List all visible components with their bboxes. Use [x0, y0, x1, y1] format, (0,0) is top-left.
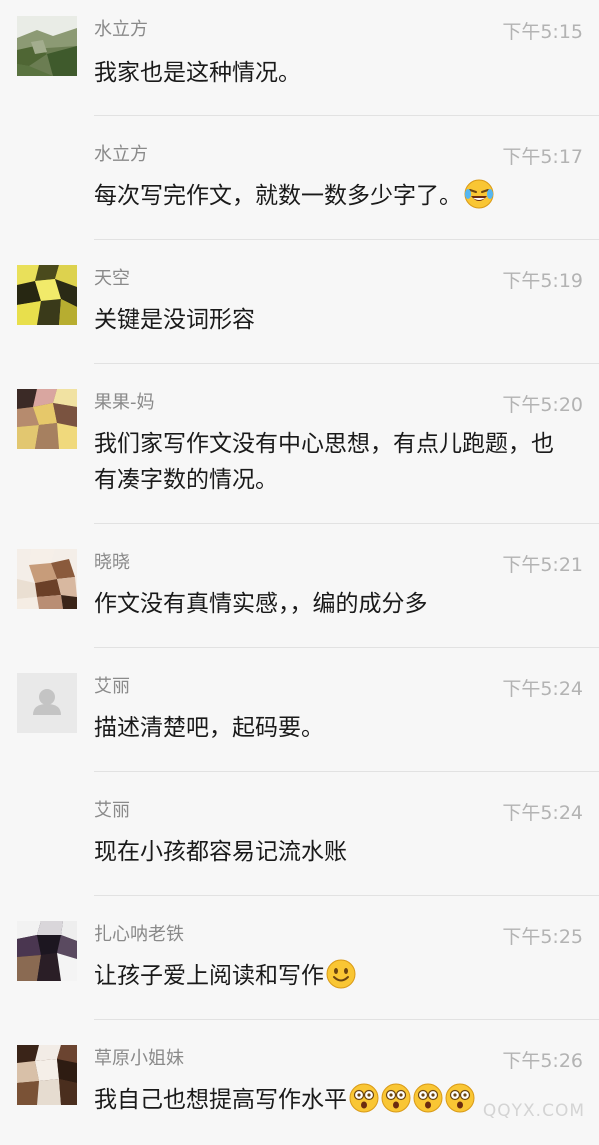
- astonished-emoji-icon: [349, 1083, 379, 1113]
- comment-text-content: 让孩子爱上阅读和写作: [94, 963, 324, 989]
- comment-time: 下午5:26: [502, 1050, 583, 1072]
- comment-text: 现在小孩都容易记流水账: [94, 834, 564, 870]
- comment-text-content: 现在小孩都容易记流水账: [94, 839, 347, 865]
- user-avatar[interactable]: [17, 16, 77, 76]
- user-avatar[interactable]: [17, 265, 77, 325]
- user-avatar[interactable]: [17, 1045, 77, 1105]
- comment-item: 艾丽 下午5:24 描述清楚吧，起码要。: [0, 648, 599, 772]
- comment-item: 草原小姐妹 下午5:26 我自己也想提高写作水平: [0, 1020, 599, 1145]
- comment-text: 我们家写作文没有中心思想，有点儿跑题，也有凑字数的情况。: [94, 426, 554, 498]
- comment-item: 果果-妈 下午5:20 我们家写作文没有中心思想，有点儿跑题，也有凑字数的情况。: [0, 364, 599, 524]
- comment-text-content: 我们家写作文没有中心思想，有点儿跑题，也有凑字数的情况。: [94, 431, 554, 493]
- comment-item: 晓晓 下午5:21 作文没有真情实感，，编的成分多: [0, 524, 599, 648]
- astonished-emoji-icon: [445, 1083, 475, 1113]
- comment-text: 让孩子爱上阅读和写作: [94, 958, 564, 994]
- comment-item: 天空 下午5:19 关键是没词形容: [0, 240, 599, 364]
- user-avatar[interactable]: [17, 673, 77, 733]
- comment-text-content: 描述清楚吧，起码要。: [94, 715, 324, 741]
- comment-time: 下午5:25: [502, 926, 583, 948]
- comment-item: 水立方 下午5:15 我家也是这种情况。: [0, 0, 599, 116]
- comment-time: 下午5:20: [502, 394, 583, 416]
- user-avatar[interactable]: [17, 921, 77, 981]
- comment-time: 下午5:24: [502, 802, 583, 824]
- commenter-name: 艾丽: [94, 800, 130, 821]
- comment-item: 水立方 下午5:17 每次写完作文，就数一数多少字了。: [0, 116, 599, 240]
- comment-text-content: 作文没有真情实感，，编的成分多: [94, 591, 428, 617]
- commenter-name: 水立方: [94, 144, 148, 165]
- comment-text: 每次写完作文，就数一数多少字了。: [94, 178, 564, 214]
- commenter-name: 晓晓: [94, 552, 130, 573]
- comment-text: 描述清楚吧，起码要。: [94, 710, 564, 746]
- comment-text: 作文没有真情实感，，编的成分多: [94, 586, 564, 622]
- comment-text-content: 每次写完作文，就数一数多少字了。: [94, 183, 462, 209]
- comment-item: 扎心呐老铁 下午5:25 让孩子爱上阅读和写作: [0, 896, 599, 1020]
- smile-emoji-icon: [326, 959, 356, 989]
- comment-time: 下午5:17: [502, 146, 583, 168]
- commenter-name: 艾丽: [94, 676, 130, 697]
- comment-time: 下午5:15: [502, 21, 583, 43]
- commenter-name: 水立方: [94, 19, 148, 40]
- comment-text: 我家也是这种情况。: [94, 55, 564, 91]
- astonished-emoji-icon: [413, 1083, 443, 1113]
- comment-time: 下午5:21: [502, 554, 583, 576]
- comment-text-content: 关键是没词形容: [94, 307, 255, 333]
- comment-text-content: 我自己也想提高写作水平: [94, 1087, 347, 1113]
- watermark: QQYX.COM: [482, 1101, 585, 1121]
- crying-laughing-emoji-icon: [464, 179, 494, 209]
- default-person-icon: [17, 673, 77, 733]
- comment-text-content: 我家也是这种情况。: [94, 60, 301, 86]
- commenter-name: 草原小姐妹: [94, 1048, 184, 1069]
- commenter-name: 天空: [94, 268, 130, 289]
- comment-text: 关键是没词形容: [94, 302, 564, 338]
- astonished-emoji-icon: [381, 1083, 411, 1113]
- user-avatar[interactable]: [17, 549, 77, 609]
- commenter-name: 扎心呐老铁: [94, 924, 184, 945]
- comment-item: 艾丽 下午5:24 现在小孩都容易记流水账: [0, 772, 599, 896]
- user-avatar[interactable]: [17, 389, 77, 449]
- comment-time: 下午5:19: [502, 270, 583, 292]
- commenter-name: 果果-妈: [94, 392, 155, 413]
- comment-time: 下午5:24: [502, 678, 583, 700]
